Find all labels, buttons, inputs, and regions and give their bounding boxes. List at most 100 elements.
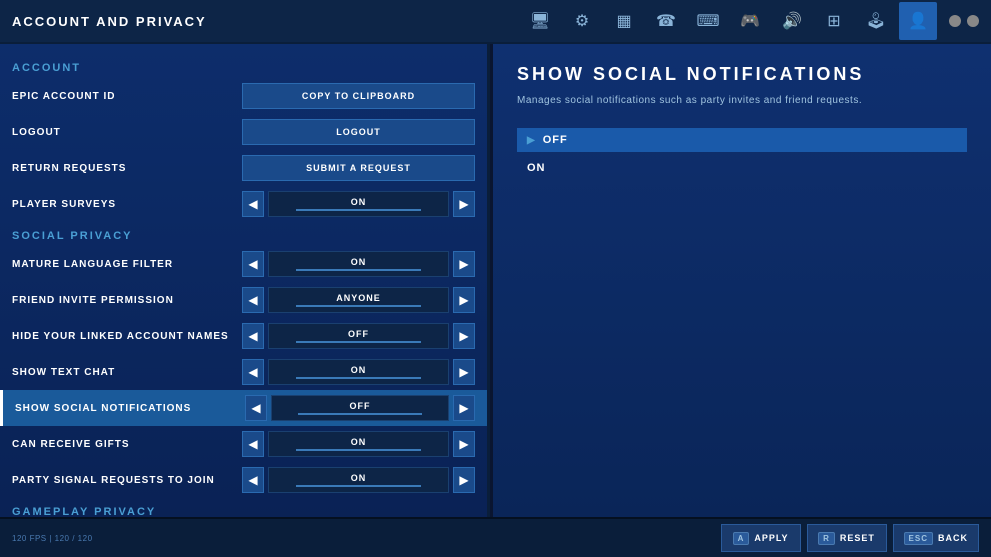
setting-row-show-social-notifications[interactable]: SHOW SOCIAL NOTIFICATIONS ◀ OFF ▶ <box>0 390 487 426</box>
setting-control-show-text-chat: ◀ ON ▶ <box>242 359 475 385</box>
submit-request-button[interactable]: SUBMIT A REQUEST <box>242 155 475 181</box>
mature-language-next[interactable]: ▶ <box>453 251 475 277</box>
minimize-button[interactable] <box>949 15 961 27</box>
right-panel: SHOW SOCIAL NOTIFICATIONS Manages social… <box>493 44 991 517</box>
mature-language-value: ON <box>268 251 449 277</box>
hide-linked-next[interactable]: ▶ <box>453 323 475 349</box>
show-social-notifications-prev[interactable]: ◀ <box>245 395 267 421</box>
reset-label: RESET <box>840 533 875 543</box>
detail-description: Manages social notifications such as par… <box>517 93 967 108</box>
copy-to-clipboard-button[interactable]: COPY TO CLIPBOARD <box>242 83 475 109</box>
show-text-chat-value: ON <box>268 359 449 385</box>
bottom-buttons: A APPLY R RESET ESC BACK <box>721 524 979 552</box>
player-surveys-value: ON <box>268 191 449 217</box>
show-social-notifications-value: OFF <box>271 395 449 421</box>
option-label-off: OFF <box>543 134 568 146</box>
gear-icon[interactable]: ⚙ <box>563 2 601 40</box>
gamepad2-icon[interactable]: 🕹 <box>857 2 895 40</box>
setting-control-mature-language: ◀ ON ▶ <box>242 251 475 277</box>
setting-row-party-signal[interactable]: PARTY SIGNAL REQUESTS TO JOIN ◀ ON ▶ <box>0 462 487 498</box>
can-receive-gifts-value: ON <box>268 431 449 457</box>
setting-row-can-receive-gifts[interactable]: CAN RECEIVE GIFTS ◀ ON ▶ <box>0 426 487 462</box>
nav-icons: 🖥 ⚙ ▦ ☎ ⌨ 🎮 🔊 ⊞ 🕹 👤 <box>521 2 937 40</box>
hide-linked-prev[interactable]: ◀ <box>242 323 264 349</box>
friend-invite-next[interactable]: ▶ <box>453 287 475 313</box>
setting-control-hide-linked: ◀ OFF ▶ <box>242 323 475 349</box>
option-item-on[interactable]: ON <box>517 156 967 180</box>
setting-label-player-surveys: PLAYER SURVEYS <box>12 199 242 210</box>
setting-row-return-requests[interactable]: RETURN REQUESTS SUBMIT A REQUEST <box>0 150 487 186</box>
setting-label-hide-linked: HIDE YOUR LINKED ACCOUNT NAMES <box>12 331 242 342</box>
setting-label-friend-invite: FRIEND INVITE PERMISSION <box>12 295 242 306</box>
setting-row-logout[interactable]: LOGOUT LOGOUT <box>0 114 487 150</box>
show-text-chat-prev[interactable]: ◀ <box>242 359 264 385</box>
setting-label-show-text-chat: SHOW TEXT CHAT <box>12 367 242 378</box>
section-header-gameplay-privacy: GAMEPLAY PRIVACY <box>0 498 487 517</box>
setting-row-show-text-chat[interactable]: SHOW TEXT CHAT ◀ ON ▶ <box>0 354 487 390</box>
setting-control-party-signal: ◀ ON ▶ <box>242 467 475 493</box>
setting-label-epic-account-id: EPIC ACCOUNT ID <box>12 91 242 102</box>
setting-label-mature-language: MATURE LANGUAGE FILTER <box>12 259 242 270</box>
section-header-social-privacy: SOCIAL PRIVACY <box>0 222 487 246</box>
can-receive-gifts-prev[interactable]: ◀ <box>242 431 264 457</box>
speaker-icon[interactable]: 🔊 <box>773 2 811 40</box>
option-arrow-off: ▶ <box>527 135 535 146</box>
bottom-bar: 120 FPS | 120 / 120 A APPLY R RESET ESC … <box>0 517 991 557</box>
network-icon[interactable]: ⊞ <box>815 2 853 40</box>
option-item-off[interactable]: ▶ OFF <box>517 128 967 152</box>
reset-button[interactable]: R RESET <box>807 524 887 552</box>
setting-control-return-requests: SUBMIT A REQUEST <box>242 155 475 181</box>
setting-label-return-requests: RETURN REQUESTS <box>12 163 242 174</box>
detail-title: SHOW SOCIAL NOTIFICATIONS <box>517 64 967 85</box>
monitor-icon[interactable]: 🖥 <box>521 2 559 40</box>
setting-row-hide-linked[interactable]: HIDE YOUR LINKED ACCOUNT NAMES ◀ OFF ▶ <box>0 318 487 354</box>
setting-control-epic-account-id: COPY TO CLIPBOARD <box>242 83 475 109</box>
friend-invite-prev[interactable]: ◀ <box>242 287 264 313</box>
back-button[interactable]: ESC BACK <box>893 524 979 552</box>
player-surveys-prev[interactable]: ◀ <box>242 191 264 217</box>
close-button[interactable] <box>967 15 979 27</box>
back-label: BACK <box>938 533 968 543</box>
mature-language-prev[interactable]: ◀ <box>242 251 264 277</box>
apply-label: APPLY <box>754 533 788 543</box>
controller2-icon[interactable]: 🎮 <box>731 2 769 40</box>
person-icon[interactable]: 👤 <box>899 2 937 40</box>
main-layout: ACCOUNT EPIC ACCOUNT ID COPY TO CLIPBOAR… <box>0 44 991 517</box>
fps-info: 120 FPS | 120 / 120 <box>12 534 93 543</box>
setting-control-can-receive-gifts: ◀ ON ▶ <box>242 431 475 457</box>
display-icon[interactable]: ▦ <box>605 2 643 40</box>
setting-label-show-social-notifications: SHOW SOCIAL NOTIFICATIONS <box>15 403 245 414</box>
player-surveys-next[interactable]: ▶ <box>453 191 475 217</box>
setting-row-epic-account-id[interactable]: EPIC ACCOUNT ID COPY TO CLIPBOARD <box>0 78 487 114</box>
page-title: ACCOUNT AND PRIVACY <box>12 14 207 29</box>
section-header-account: ACCOUNT <box>0 54 487 78</box>
setting-control-friend-invite: ◀ ANYONE ▶ <box>242 287 475 313</box>
can-receive-gifts-next[interactable]: ▶ <box>453 431 475 457</box>
window-controls <box>949 15 979 27</box>
party-signal-prev[interactable]: ◀ <box>242 467 264 493</box>
party-signal-next[interactable]: ▶ <box>453 467 475 493</box>
apply-button[interactable]: A APPLY <box>721 524 801 552</box>
setting-control-player-surveys: ◀ ON ▶ <box>242 191 475 217</box>
setting-label-party-signal: PARTY SIGNAL REQUESTS TO JOIN <box>12 475 242 486</box>
friend-invite-value: ANYONE <box>268 287 449 313</box>
reset-key-badge: R <box>818 532 835 545</box>
show-text-chat-next[interactable]: ▶ <box>453 359 475 385</box>
hide-linked-value: OFF <box>268 323 449 349</box>
setting-row-mature-language[interactable]: MATURE LANGUAGE FILTER ◀ ON ▶ <box>0 246 487 282</box>
setting-row-player-surveys[interactable]: PLAYER SURVEYS ◀ ON ▶ <box>0 186 487 222</box>
show-social-notifications-next[interactable]: ▶ <box>453 395 475 421</box>
setting-control-logout: LOGOUT <box>242 119 475 145</box>
top-bar: ACCOUNT AND PRIVACY 🖥 ⚙ ▦ ☎ ⌨ 🎮 🔊 ⊞ 🕹 👤 <box>0 0 991 44</box>
logout-button[interactable]: LOGOUT <box>242 119 475 145</box>
keyboard-icon[interactable]: ⌨ <box>689 2 727 40</box>
setting-label-logout: LOGOUT <box>12 127 242 138</box>
setting-control-show-social-notifications: ◀ OFF ▶ <box>245 395 475 421</box>
option-label-on: ON <box>527 162 546 174</box>
setting-label-can-receive-gifts: CAN RECEIVE GIFTS <box>12 439 242 450</box>
left-panel: ACCOUNT EPIC ACCOUNT ID COPY TO CLIPBOAR… <box>0 44 490 517</box>
back-key-badge: ESC <box>904 532 933 545</box>
phone-icon[interactable]: ☎ <box>647 2 685 40</box>
party-signal-value: ON <box>268 467 449 493</box>
setting-row-friend-invite[interactable]: FRIEND INVITE PERMISSION ◀ ANYONE ▶ <box>0 282 487 318</box>
